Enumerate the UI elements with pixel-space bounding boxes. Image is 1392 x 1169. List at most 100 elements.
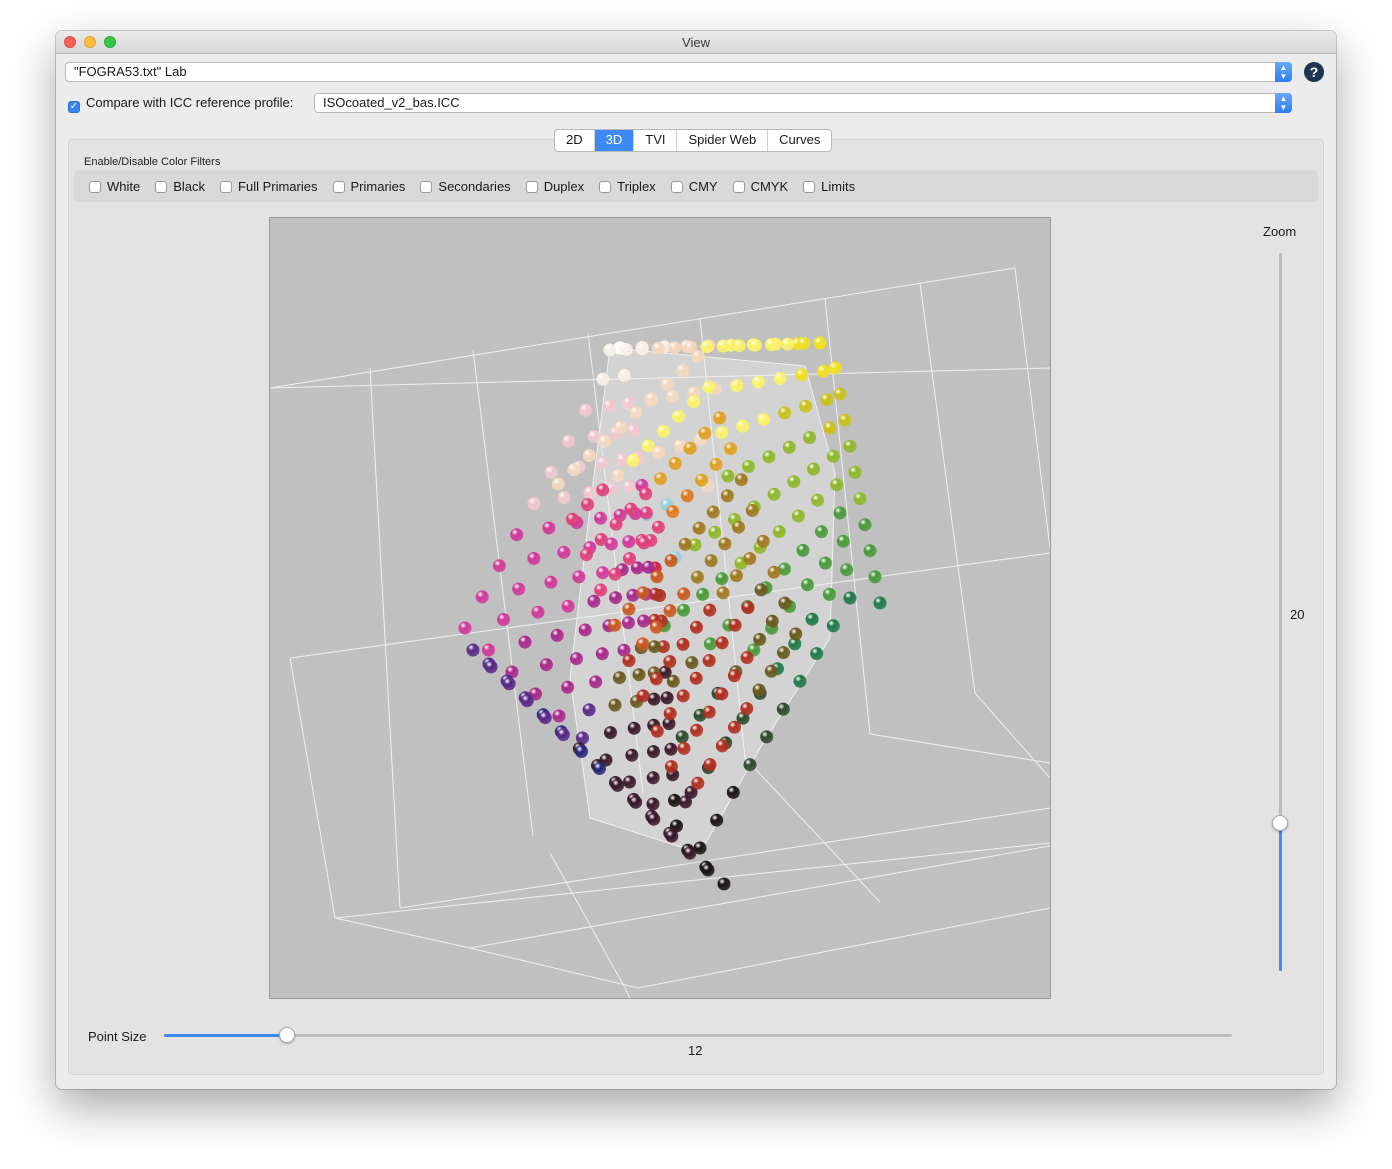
dataset-select[interactable]: "FOGRA53.txt" Lab ▲ ▼ <box>65 62 1292 82</box>
color-patch-sphere <box>815 525 828 539</box>
color-patch-sphere <box>718 537 732 551</box>
color-patch-sphere <box>637 614 651 628</box>
color-patch-sphere <box>665 389 679 403</box>
point-size-slider-handle[interactable] <box>279 1027 295 1043</box>
color-patch-sphere <box>458 621 472 635</box>
3d-gamut-scene[interactable] <box>270 218 1050 998</box>
color-patch-sphere <box>629 406 643 420</box>
color-patch-sphere <box>799 399 813 413</box>
filter-primaries[interactable]: Primaries <box>332 179 405 194</box>
color-patch-sphere <box>684 340 698 354</box>
help-button[interactable]: ? <box>1304 62 1324 82</box>
color-patch-sphere <box>778 406 792 420</box>
color-patch-sphere <box>826 449 840 463</box>
filter-black[interactable]: Black <box>155 179 205 194</box>
color-patch-sphere <box>581 498 595 512</box>
color-patch-sphere <box>648 640 661 654</box>
color-patch-sphere <box>716 586 730 600</box>
3d-gamut-viewport[interactable] <box>269 217 1051 999</box>
color-patch-sphere <box>715 636 729 650</box>
filter-limits[interactable]: Limits <box>803 179 855 194</box>
color-patch-sphere <box>696 587 710 601</box>
color-patch-sphere <box>623 552 636 566</box>
color-patch-sphere <box>703 603 717 617</box>
tab-spider-web[interactable]: Spider Web <box>677 130 769 151</box>
filter-cmy[interactable]: CMY <box>670 179 718 194</box>
color-patch-sphere <box>518 635 532 649</box>
tab-tvi[interactable]: TVI <box>634 130 678 151</box>
filter-full-primaries[interactable]: Full Primaries <box>220 179 318 194</box>
color-patch-sphere <box>527 497 541 511</box>
color-patch-sphere <box>843 439 857 453</box>
point-size-slider-fill <box>164 1034 288 1037</box>
color-patch-sphere <box>652 341 665 355</box>
color-patch-sphere <box>724 442 738 456</box>
filter-checkbox[interactable] <box>420 180 433 193</box>
point-size-slider-track[interactable] <box>164 1034 1232 1037</box>
tab-curves[interactable]: Curves <box>768 130 831 151</box>
color-patch-sphere <box>636 637 650 651</box>
color-patch-sphere <box>777 646 790 660</box>
color-patch-sphere <box>665 829 679 843</box>
color-patch-sphere <box>625 748 639 762</box>
color-patch-sphere <box>810 647 824 661</box>
filter-checkbox[interactable] <box>599 180 612 193</box>
filter-white[interactable]: White <box>89 179 140 194</box>
color-patch-sphere <box>703 758 717 772</box>
filter-checkbox[interactable] <box>803 180 816 193</box>
filter-duplex[interactable]: Duplex <box>525 179 584 194</box>
reference-profile-select[interactable]: ISOcoated_v2_bas.ICC ▲ ▼ <box>314 93 1292 113</box>
color-patch-sphere <box>593 762 606 775</box>
color-patch-sphere <box>677 587 691 601</box>
view-tabs: 2D 3D TVI Spider Web Curves <box>554 129 833 152</box>
compare-label: Compare with ICC reference profile: <box>86 95 294 110</box>
app-window: View "FOGRA53.txt" Lab ▲ ▼ ? ✓ Compare wit… <box>56 31 1336 1089</box>
color-patch-sphere <box>676 689 690 703</box>
compare-checkbox[interactable]: ✓ <box>68 101 80 113</box>
color-patch-sphere <box>594 533 608 546</box>
color-patch-sphere <box>623 775 636 789</box>
filter-label: White <box>107 178 141 194</box>
color-patch-sphere <box>596 566 610 580</box>
color-patch-sphere <box>740 702 754 716</box>
filter-checkbox[interactable] <box>155 180 168 193</box>
color-patch-sphere <box>740 651 754 665</box>
filter-triplex[interactable]: Triplex <box>599 179 656 194</box>
color-patch-sphere <box>685 656 699 670</box>
color-patch-sphere <box>805 612 819 626</box>
color-patch-sphere <box>561 434 575 448</box>
color-patch-sphere <box>647 745 660 759</box>
filter-cmyk[interactable]: CMYK <box>732 179 788 194</box>
color-patch-sphere <box>527 552 541 565</box>
color-patch-sphere <box>624 502 638 516</box>
color-patch-sphere <box>502 677 516 691</box>
filter-checkbox[interactable] <box>732 180 745 193</box>
color-patch-sphere <box>663 707 677 721</box>
color-patch-sphere <box>551 477 565 491</box>
color-patch-sphere <box>594 583 608 597</box>
color-patch-sphere <box>708 525 722 539</box>
color-patch-sphere <box>840 563 854 577</box>
filter-checkbox[interactable] <box>220 180 233 193</box>
tab-2d[interactable]: 2D <box>555 130 595 151</box>
color-patch-sphere <box>683 846 697 860</box>
color-patch-sphere <box>636 689 650 703</box>
filter-secondaries[interactable]: Secondaries <box>420 179 511 194</box>
color-patch-sphere <box>561 599 575 613</box>
color-patch-sphere <box>736 419 750 433</box>
color-patch-sphere <box>649 620 663 634</box>
tab-3d[interactable]: 3D <box>594 130 635 151</box>
filter-checkbox[interactable] <box>670 180 683 193</box>
filter-checkbox[interactable] <box>525 180 538 193</box>
color-patch-sphere <box>734 473 748 487</box>
filter-checkbox[interactable] <box>89 180 101 193</box>
color-patch-sphere <box>715 739 729 753</box>
color-patch-sphere <box>813 336 827 350</box>
color-patch-sphere <box>700 340 714 354</box>
color-patch-sphere <box>762 450 776 464</box>
select-stepper-icon: ▲ ▼ <box>1275 62 1292 82</box>
color-patch-sphere <box>757 413 771 426</box>
zoom-slider-handle[interactable] <box>1272 815 1288 831</box>
filter-checkbox[interactable] <box>332 180 345 193</box>
color-patch-sphere <box>773 372 787 385</box>
